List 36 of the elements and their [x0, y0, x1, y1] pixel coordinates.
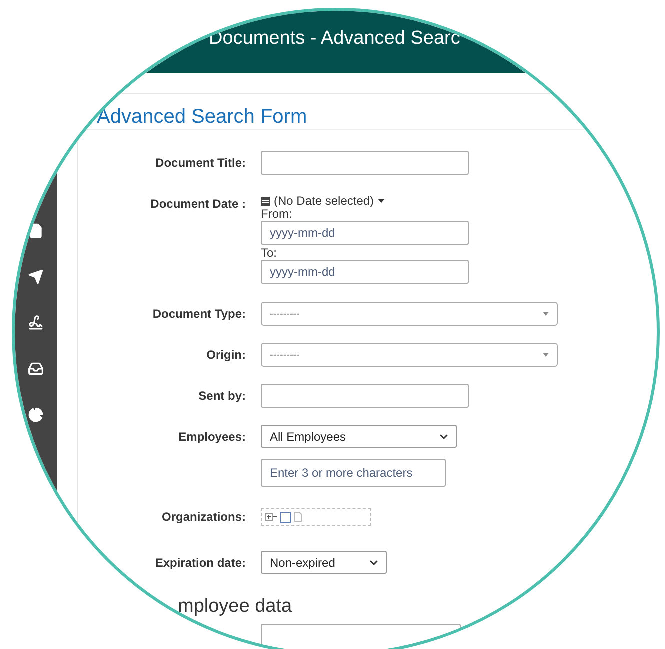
date-field[interactable]: yyyy-mm-dd — [261, 260, 469, 284]
text-field[interactable] — [261, 384, 469, 408]
from-label: From: — [261, 208, 292, 221]
select-field[interactable]: All Employees — [261, 425, 457, 448]
select-field[interactable]: Non-expired — [261, 551, 387, 574]
select-field[interactable]: --------- — [261, 302, 558, 326]
select-field[interactable]: --------- — [261, 343, 558, 367]
text-field[interactable] — [261, 624, 461, 649]
calendar-icon — [261, 196, 270, 206]
caret-icon — [378, 199, 386, 203]
date-range-toggle[interactable]: (No Date selected) — [261, 194, 469, 208]
field-label: Organizations: — [160, 510, 246, 524]
field-label: Document Date : — [150, 197, 246, 211]
field-label: Sent by: — [198, 389, 246, 403]
section-heading: mployee data — [178, 596, 292, 617]
caret-icon — [543, 312, 549, 316]
paper-plane-icon[interactable] — [28, 269, 44, 285]
inbox-icon[interactable] — [28, 361, 44, 377]
tree-field[interactable] — [261, 508, 371, 526]
field-label: Employees: — [178, 430, 246, 444]
expand-icon[interactable] — [265, 513, 277, 521]
file-icon[interactable] — [28, 223, 44, 239]
to-label: To: — [261, 247, 278, 260]
document-icon — [294, 512, 302, 522]
field-label: Document Title: — [154, 156, 246, 170]
search-field[interactable]: Enter 3 or more characters — [261, 459, 446, 487]
signature-icon[interactable] — [28, 315, 44, 331]
field-label: Origin: — [206, 348, 246, 362]
date-field[interactable]: yyyy-mm-dd — [261, 221, 469, 245]
text-field[interactable] — [261, 151, 469, 175]
page-heading: Advanced Search Form — [97, 106, 308, 128]
field-label: Document Type: — [152, 307, 246, 321]
caret-icon — [543, 353, 549, 357]
field-label: Expiration date: — [154, 556, 246, 570]
checkbox[interactable] — [280, 512, 291, 522]
pie-chart-icon[interactable] — [28, 407, 44, 423]
